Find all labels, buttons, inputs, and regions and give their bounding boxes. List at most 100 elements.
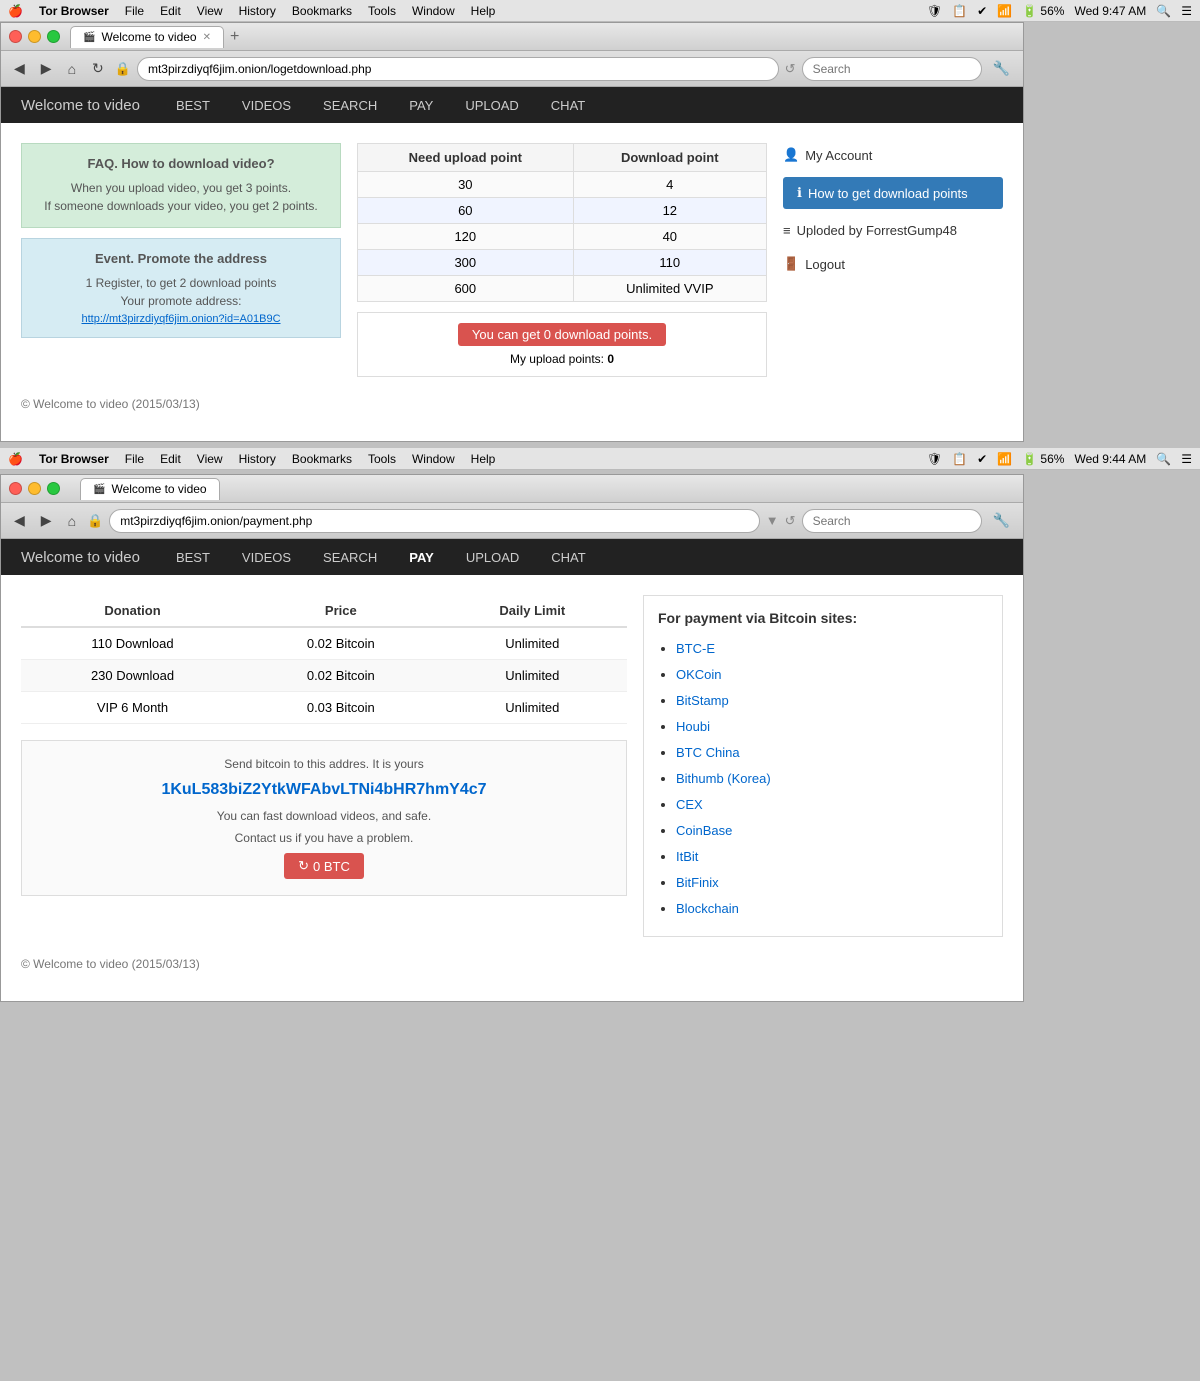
payment-site-link[interactable]: CEX xyxy=(676,797,703,812)
search-icon-bottom[interactable]: 🔍 xyxy=(1156,452,1171,466)
menu-edit[interactable]: Edit xyxy=(160,4,181,18)
menu-window-2[interactable]: Window xyxy=(412,452,455,466)
payment-site-link[interactable]: CoinBase xyxy=(676,823,732,838)
event-line1: 1 Register, to get 2 download points xyxy=(34,274,328,292)
tab-bar: 🎬 Welcome to video ✕ + xyxy=(70,26,1015,48)
list-item: CEX xyxy=(676,792,988,818)
menu-history[interactable]: History xyxy=(239,4,276,18)
faq-line1: When you upload video, you get 3 points. xyxy=(34,179,328,197)
site-nav-top: Welcome to video BEST VIDEOS SEARCH PAY … xyxy=(1,87,1023,123)
search-icon-top[interactable]: 🔍 xyxy=(1156,4,1171,18)
checkmark-icon: ✔ xyxy=(977,4,987,18)
menu-file-2[interactable]: File xyxy=(125,452,144,466)
nav-chat[interactable]: CHAT xyxy=(545,94,591,117)
forward-button-2[interactable]: ▶ xyxy=(36,510,57,531)
menu-tools-2[interactable]: Tools xyxy=(368,452,396,466)
nav-best-2[interactable]: BEST xyxy=(170,546,216,569)
payment-site-link[interactable]: BTC-E xyxy=(676,641,715,656)
maximize-button[interactable] xyxy=(47,30,60,43)
close-button[interactable] xyxy=(9,30,22,43)
menu-bookmarks[interactable]: Bookmarks xyxy=(292,4,352,18)
logout-widget: 🚪 Logout xyxy=(783,252,1003,276)
list-item: BTC China xyxy=(676,740,988,766)
close-button-2[interactable] xyxy=(9,482,22,495)
payment-site-link[interactable]: Houbi xyxy=(676,719,710,734)
shield-icon-2: 🛡 xyxy=(927,452,942,466)
how-to-button[interactable]: ℹ How to get download points xyxy=(783,177,1003,209)
menu-tools[interactable]: Tools xyxy=(368,4,396,18)
payment-site-link[interactable]: OKCoin xyxy=(676,667,722,682)
nav-search[interactable]: SEARCH xyxy=(317,94,383,117)
refresh-icon-2[interactable]: ↺ xyxy=(785,513,796,529)
browser-toolbar-top: ◀ ▶ ⌂ ↻ 🔒 ↺ 🔧 xyxy=(1,51,1023,87)
menu-view-2[interactable]: View xyxy=(197,452,223,466)
active-tab[interactable]: 🎬 Welcome to video ✕ xyxy=(70,26,224,48)
forward-button[interactable]: ▶ xyxy=(36,58,57,79)
bitcoin-box: Send bitcoin to this addres. It is yours… xyxy=(21,740,627,896)
extensions-button-2[interactable]: 🔧 xyxy=(988,510,1015,531)
nav-chat-2[interactable]: CHAT xyxy=(545,546,591,569)
search-input-bottom[interactable] xyxy=(802,509,982,533)
menu-help-2[interactable]: Help xyxy=(471,452,496,466)
payment-site-link[interactable]: Bithumb (Korea) xyxy=(676,771,771,786)
tab-bottom[interactable]: 🎬 Welcome to video xyxy=(80,478,220,500)
menu-history-2[interactable]: History xyxy=(239,452,276,466)
payment-site-link[interactable]: Blockchain xyxy=(676,901,739,916)
nav-videos-2[interactable]: VIDEOS xyxy=(236,546,297,569)
nav-search-2[interactable]: SEARCH xyxy=(317,546,383,569)
reload-button[interactable]: ↻ xyxy=(87,58,109,79)
payment-site-link[interactable]: BitFinix xyxy=(676,875,719,890)
nav-pay-2[interactable]: PAY xyxy=(403,546,440,569)
nav-upload-2[interactable]: UPLOAD xyxy=(460,546,525,569)
upload-cell: 120 xyxy=(358,224,574,250)
extensions-button[interactable]: 🔧 xyxy=(988,58,1015,79)
url-bar-top[interactable] xyxy=(137,57,779,81)
nav-pay[interactable]: PAY xyxy=(403,94,439,117)
clipboard-icon: 📋 xyxy=(952,4,967,18)
nav-videos[interactable]: VIDEOS xyxy=(236,94,297,117)
payment-site-link[interactable]: ItBit xyxy=(676,849,698,864)
btc-button[interactable]: ↻ 0 BTC xyxy=(284,853,364,879)
site-title-bottom: Welcome to video xyxy=(21,549,140,566)
back-button-2[interactable]: ◀ xyxy=(9,510,30,531)
home-button-2[interactable]: ⌂ xyxy=(63,511,81,531)
nav-upload[interactable]: UPLOAD xyxy=(459,94,524,117)
tab-title: Welcome to video xyxy=(101,30,196,44)
macos-menubar-top: 🍎 Tor Browser File Edit View History Boo… xyxy=(0,0,1200,22)
nav-best[interactable]: BEST xyxy=(170,94,216,117)
dropdown-icon[interactable]: ▼ xyxy=(766,513,779,528)
menu-view[interactable]: View xyxy=(197,4,223,18)
menu-icon[interactable]: ☰ xyxy=(1181,4,1192,18)
payment-site-link[interactable]: BitStamp xyxy=(676,693,729,708)
menu-file[interactable]: File xyxy=(125,4,144,18)
search-input-top[interactable] xyxy=(802,57,982,81)
menu-icon-2[interactable]: ☰ xyxy=(1181,452,1192,466)
price-cell: 0.03 Bitcoin xyxy=(244,692,438,724)
my-account-link[interactable]: 👤 My Account xyxy=(783,143,1003,167)
payment-right: For payment via Bitcoin sites: BTC-EOKCo… xyxy=(643,595,1003,937)
menu-window[interactable]: Window xyxy=(412,4,455,18)
copyright-bottom: © Welcome to video (2015/03/13) xyxy=(21,937,1003,981)
limit-cell: Unlimited xyxy=(438,627,627,660)
menu-help[interactable]: Help xyxy=(471,4,496,18)
url-bar-bottom[interactable] xyxy=(109,509,760,533)
menu-bookmarks-2[interactable]: Bookmarks xyxy=(292,452,352,466)
new-tab-button[interactable]: + xyxy=(224,28,245,46)
menu-edit-2[interactable]: Edit xyxy=(160,452,181,466)
event-title: Event. Promote the address xyxy=(34,251,328,266)
faq-title: FAQ. How to download video? xyxy=(34,156,328,171)
back-button[interactable]: ◀ xyxy=(9,58,30,79)
maximize-button-2[interactable] xyxy=(47,482,60,495)
promote-link[interactable]: http://mt3pirzdiyqf6jim.onion?id=A01B9C xyxy=(81,313,280,325)
faq-line2: If someone downloads your video, you get… xyxy=(34,197,328,215)
logout-link[interactable]: 🚪 Logout xyxy=(783,252,1003,276)
download-cell: 4 xyxy=(573,172,766,198)
payment-site-link[interactable]: BTC China xyxy=(676,745,740,760)
minimize-button[interactable] xyxy=(28,30,41,43)
zero-download-button[interactable]: You can get 0 download points. xyxy=(458,323,666,346)
home-button[interactable]: ⌂ xyxy=(63,59,81,79)
minimize-button-2[interactable] xyxy=(28,482,41,495)
tab-close-button[interactable]: ✕ xyxy=(203,32,211,43)
uploaded-by-link[interactable]: ≡ Uploded by ForrestGump48 xyxy=(783,219,1003,242)
refresh-icon[interactable]: ↺ xyxy=(785,61,796,77)
